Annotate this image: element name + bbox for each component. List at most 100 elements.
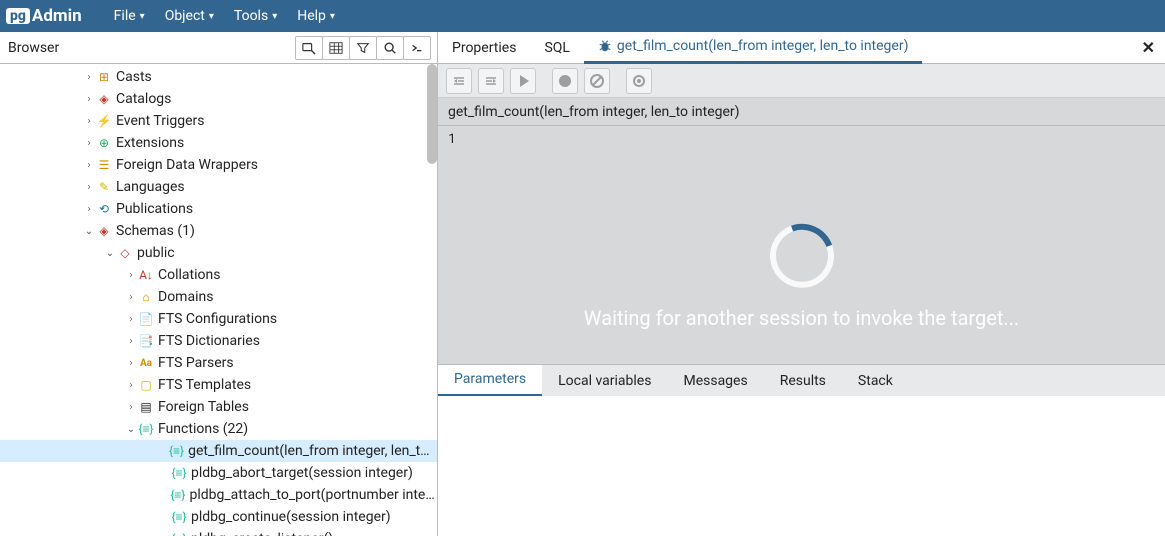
chevron-down-icon: ▾ [140, 11, 145, 22]
btab-local-vars[interactable]: Local variables [542, 365, 667, 397]
expand-icon[interactable]: › [124, 380, 138, 391]
function-icon: {≡} [170, 487, 185, 503]
tree-fn-continue[interactable]: ·{≡}pldbg_continue(session integer) [0, 506, 437, 528]
expand-icon[interactable]: › [124, 336, 138, 347]
casts-icon: ⊞ [96, 69, 112, 85]
tree-label: Catalogs [116, 91, 171, 107]
menu-help[interactable]: Help ▾ [287, 8, 345, 24]
fts-dict-icon: 📑 [138, 333, 154, 349]
btab-results[interactable]: Results [764, 365, 842, 397]
step-over-button[interactable] [478, 68, 504, 94]
tree-catalogs[interactable]: ›◈Catalogs [0, 88, 437, 110]
filter-button[interactable] [349, 36, 377, 60]
tab-properties[interactable]: Properties [438, 32, 530, 64]
code-editor[interactable]: 1 Waiting for another session to invoke … [438, 126, 1165, 364]
menu-help-label: Help [297, 8, 326, 24]
collations-icon: A↓ [138, 267, 154, 283]
search-button[interactable] [376, 36, 404, 60]
collapse-icon[interactable]: ⌄ [103, 248, 117, 259]
tree-foreign-tables[interactable]: ›▤Foreign Tables [0, 396, 437, 418]
tree-extensions[interactable]: ›⊕Extensions [0, 132, 437, 154]
expand-icon[interactable]: › [82, 138, 96, 149]
psql-button[interactable] [403, 36, 431, 60]
expand-icon[interactable]: › [124, 314, 138, 325]
tree-label: FTS Templates [158, 377, 251, 393]
waiting-message: Waiting for another session to invoke th… [438, 306, 1165, 330]
browser-header: Browser [0, 32, 437, 64]
chevron-down-icon: ▾ [330, 11, 335, 22]
view-data-button[interactable] [322, 36, 350, 60]
browser-scrollbar[interactable] [427, 64, 437, 164]
step-into-button[interactable] [446, 68, 472, 94]
expand-icon[interactable]: › [82, 160, 96, 171]
tree-fts-templates[interactable]: ›▢FTS Templates [0, 374, 437, 396]
functions-icon: {≡} [138, 421, 154, 437]
expand-icon[interactable]: › [82, 182, 96, 193]
btab-stack[interactable]: Stack [842, 365, 909, 397]
bottom-content [438, 396, 1165, 536]
tree-label: FTS Dictionaries [158, 333, 260, 349]
function-icon: {≡} [171, 509, 187, 525]
debugger-overlay: Waiting for another session to invoke th… [438, 224, 1165, 330]
tree-domains[interactable]: ›⌂Domains [0, 286, 437, 308]
schemas-icon: ◈ [96, 223, 112, 239]
expand-icon[interactable]: › [124, 270, 138, 281]
tree-fn-attach[interactable]: ·{≡}pldbg_attach_to_port(portnumber inte… [0, 484, 437, 506]
tree-publications[interactable]: ›⟲Publications [0, 198, 437, 220]
expand-icon[interactable]: › [124, 402, 138, 413]
tree-casts[interactable]: ›⊞Casts [0, 66, 437, 88]
tree-label: pldbg_create_listener() [191, 531, 333, 536]
fts-templates-icon: ▢ [138, 377, 154, 393]
expand-icon[interactable]: › [124, 292, 138, 303]
tree-label: Collations [158, 267, 220, 283]
right-panel: Properties SQL get_film_count(len_from i… [438, 32, 1165, 536]
tree-fts-parsers[interactable]: ›AaFTS Parsers [0, 352, 437, 374]
tree-event-triggers[interactable]: ›⚡Event Triggers [0, 110, 437, 132]
tab-debugger[interactable]: get_film_count(len_from integer, len_to … [584, 32, 923, 64]
tree-public-schema[interactable]: ⌄◇public [0, 242, 437, 264]
continue-button[interactable] [510, 68, 536, 94]
tree-fdw[interactable]: ›☰Foreign Data Wrappers [0, 154, 437, 176]
tree-label: Casts [116, 69, 152, 85]
expand-icon[interactable]: › [82, 94, 96, 105]
expand-icon[interactable]: › [82, 204, 96, 215]
collapse-icon[interactable]: ⌄ [82, 226, 96, 237]
tree-fn-listener[interactable]: ·{≡}pldbg_create_listener() [0, 528, 437, 536]
pgadmin-logo: pg Admin [6, 6, 82, 26]
tree-fts-config[interactable]: ›📄FTS Configurations [0, 308, 437, 330]
menu-file[interactable]: File▾ [104, 8, 155, 24]
tree-fn-abort[interactable]: ·{≡}pldbg_abort_target(session integer) [0, 462, 437, 484]
stop-button[interactable] [626, 68, 652, 94]
tree-functions[interactable]: ⌄{≡}Functions (22) [0, 418, 437, 440]
tree-collations[interactable]: ›A↓Collations [0, 264, 437, 286]
collapse-icon[interactable]: ⌄ [124, 424, 138, 435]
tree-fn-get-film-count[interactable]: ·{≡}get_film_count(len_from integer, len… [0, 440, 437, 462]
clear-breakpoints-button[interactable] [584, 68, 610, 94]
close-tab-button[interactable]: ✕ [1142, 38, 1155, 57]
toggle-breakpoint-button[interactable] [552, 68, 578, 94]
query-tool-button[interactable] [295, 36, 323, 60]
fdw-icon: ☰ [96, 157, 112, 173]
tree-languages[interactable]: ›✎Languages [0, 176, 437, 198]
tree-label: pldbg_attach_to_port(portnumber integer) [189, 487, 437, 503]
top-menubar: pg Admin File▾ Object▾ Tools▾ Help▾ [0, 0, 1165, 32]
btab-messages[interactable]: Messages [667, 365, 763, 397]
function-icon: {≡} [171, 531, 187, 536]
btab-stack-label: Stack [858, 373, 893, 389]
expand-icon[interactable]: › [82, 72, 96, 83]
expand-icon[interactable]: › [124, 358, 138, 369]
publications-icon: ⟲ [96, 201, 112, 217]
menu-object-label: Object [165, 8, 205, 24]
tree-label: Functions (22) [158, 421, 248, 437]
menu-tools[interactable]: Tools▾ [224, 8, 287, 24]
tree-label: FTS Parsers [158, 355, 234, 371]
languages-icon: ✎ [96, 179, 112, 195]
tab-sql[interactable]: SQL [530, 32, 583, 64]
tree-schemas[interactable]: ⌄◈Schemas (1) [0, 220, 437, 242]
btab-messages-label: Messages [683, 373, 747, 389]
menu-object[interactable]: Object▾ [155, 8, 224, 24]
btab-parameters[interactable]: Parameters [438, 365, 542, 397]
tree-fts-dict[interactable]: ›📑FTS Dictionaries [0, 330, 437, 352]
tree-label: FTS Configurations [158, 311, 277, 327]
expand-icon[interactable]: › [82, 116, 96, 127]
